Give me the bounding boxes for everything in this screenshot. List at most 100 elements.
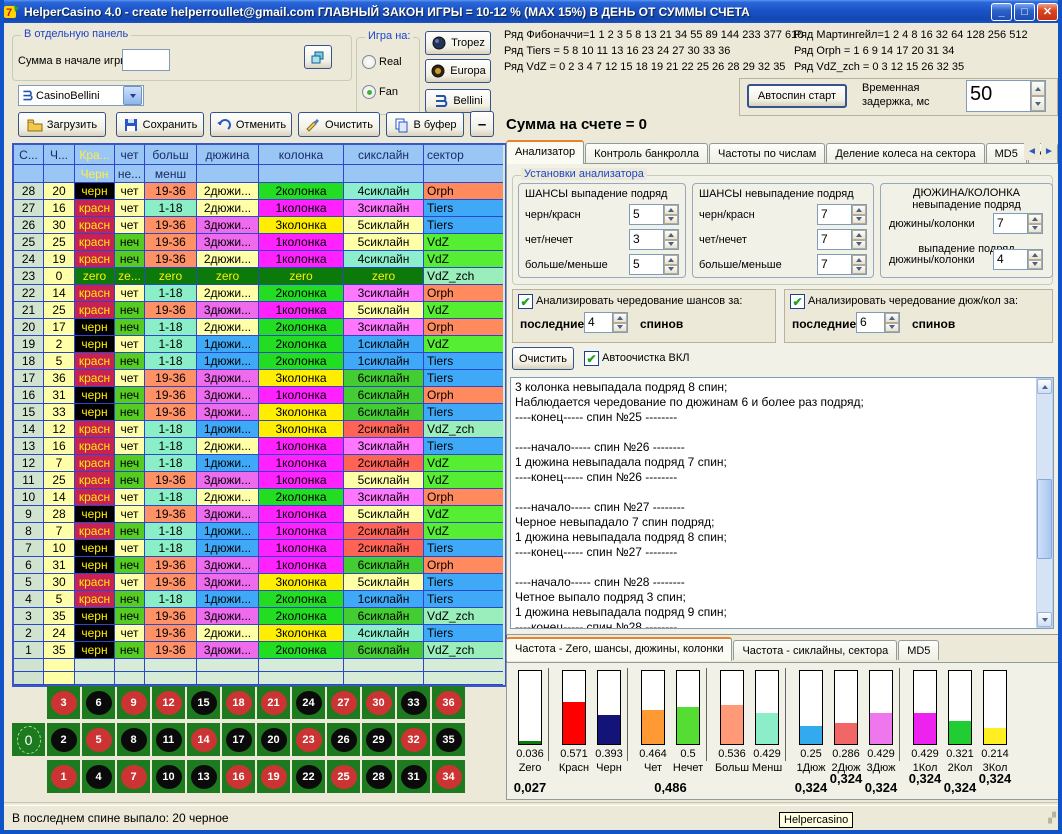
tab-freq-zero-chances[interactable]: Частота - Zero, шансы, дюжины, колонки bbox=[506, 637, 732, 661]
detach-window-button[interactable] bbox=[304, 45, 332, 69]
delay-up-button[interactable] bbox=[1031, 81, 1045, 96]
save-button[interactable]: Сохранить bbox=[116, 112, 204, 137]
spin-down-button[interactable] bbox=[664, 215, 678, 225]
dozen-appear-spinner[interactable]: 4 bbox=[993, 249, 1043, 270]
tab-md5[interactable]: MD5 bbox=[986, 143, 1027, 163]
roulette-cell[interactable]: 9 bbox=[117, 686, 150, 719]
spin-up-button[interactable] bbox=[852, 255, 866, 265]
spin-down-button[interactable] bbox=[664, 265, 678, 275]
spin-up-button[interactable] bbox=[664, 230, 678, 240]
roulette-cell[interactable]: 33 bbox=[397, 686, 430, 719]
roulette-cell[interactable]: 3 bbox=[47, 686, 80, 719]
undo-button[interactable]: Отменить bbox=[210, 112, 292, 137]
scroll-down-button[interactable] bbox=[1037, 612, 1052, 627]
tabstrip-scroll-right[interactable]: ► bbox=[1041, 142, 1057, 160]
roulette-cell[interactable]: 4 bbox=[82, 760, 115, 793]
clear-table-button[interactable]: Очистить bbox=[298, 112, 380, 137]
scroll-up-button[interactable] bbox=[1037, 379, 1052, 394]
casino-combobox[interactable]: CasinoBellini bbox=[18, 85, 144, 106]
roulette-cell[interactable]: 18 bbox=[222, 686, 255, 719]
roulette-cell[interactable]: 14 bbox=[187, 723, 220, 756]
spin-down-button[interactable] bbox=[852, 240, 866, 250]
analyzer-log[interactable]: 3 колонка невыпадала подряд 8 спин; Набл… bbox=[510, 377, 1054, 629]
spin-up-button[interactable] bbox=[852, 230, 866, 240]
roulette-cell[interactable]: 30 bbox=[362, 686, 395, 719]
appear-spinner[interactable]: 3 bbox=[629, 229, 679, 250]
alt-dozens-spinner[interactable]: 6 bbox=[856, 312, 900, 333]
roulette-cell[interactable]: 6 bbox=[82, 686, 115, 719]
roulette-cell[interactable]: 11 bbox=[152, 723, 185, 756]
load-button[interactable]: Загрузить bbox=[18, 112, 106, 137]
autospin-start-button[interactable]: Автоспин старт bbox=[747, 84, 847, 108]
absent-spinner[interactable]: 7 bbox=[817, 229, 867, 250]
roulette-cell[interactable]: 1 bbox=[47, 760, 80, 793]
spin-up-button[interactable] bbox=[664, 205, 678, 215]
roulette-cell[interactable]: 5 bbox=[82, 723, 115, 756]
minimize-button[interactable]: _ bbox=[991, 3, 1012, 21]
clear-log-button[interactable]: Очистить bbox=[512, 347, 574, 370]
spin-down-button[interactable] bbox=[852, 265, 866, 275]
europa-button[interactable]: Europa bbox=[425, 59, 491, 83]
radio-real[interactable] bbox=[362, 55, 376, 69]
scroll-thumb[interactable] bbox=[1037, 479, 1052, 559]
roulette-cell[interactable]: 16 bbox=[222, 760, 255, 793]
roulette-cell[interactable]: 21 bbox=[257, 686, 290, 719]
roulette-cell[interactable]: 13 bbox=[187, 760, 220, 793]
roulette-cell[interactable]: 17 bbox=[222, 723, 255, 756]
appear-spinner[interactable]: 5 bbox=[629, 204, 679, 225]
roulette-cell[interactable]: 7 bbox=[117, 760, 150, 793]
roulette-cell[interactable]: 24 bbox=[292, 686, 325, 719]
tab-wheel-sectors[interactable]: Деление колеса на сектора bbox=[826, 143, 984, 163]
roulette-cell[interactable]: 29 bbox=[362, 723, 395, 756]
autoclear-checkbox[interactable]: ✔ bbox=[584, 351, 599, 366]
roulette-cell[interactable]: 31 bbox=[397, 760, 430, 793]
tabstrip-scroll-left[interactable]: ◄ bbox=[1024, 142, 1040, 160]
roulette-cell[interactable]: 28 bbox=[362, 760, 395, 793]
roulette-cell[interactable]: 25 bbox=[327, 760, 360, 793]
dozen-absent-spinner[interactable]: 7 bbox=[993, 213, 1043, 234]
alt-dozens-checkbox[interactable]: ✔ bbox=[790, 294, 805, 309]
tab-freq-md5[interactable]: MD5 bbox=[898, 640, 939, 660]
spin-down-button[interactable] bbox=[852, 215, 866, 225]
roulette-cell[interactable]: 32 bbox=[397, 723, 430, 756]
maximize-button[interactable]: □ bbox=[1014, 3, 1035, 21]
absent-spinner[interactable]: 7 bbox=[817, 204, 867, 225]
roulette-cell[interactable]: 35 bbox=[432, 723, 465, 756]
to-clipboard-button[interactable]: В буфер bbox=[386, 112, 464, 137]
roulette-cell[interactable]: 20 bbox=[257, 723, 290, 756]
delay-down-button[interactable] bbox=[1031, 96, 1045, 111]
collapse-button[interactable]: – bbox=[470, 111, 494, 137]
title-bar[interactable]: 7 HelperCasino 4.0 - create helperroulle… bbox=[0, 0, 1062, 23]
roulette-zero-cell[interactable]: 0 bbox=[12, 723, 45, 756]
absent-spinner[interactable]: 7 bbox=[817, 254, 867, 275]
spin-down-button[interactable] bbox=[664, 240, 678, 250]
bellini-button[interactable]: Bellini bbox=[425, 89, 491, 113]
log-scrollbar[interactable] bbox=[1036, 378, 1053, 628]
tab-analyzer[interactable]: Анализатор bbox=[506, 140, 584, 164]
alt-chances-checkbox[interactable]: ✔ bbox=[518, 294, 533, 309]
spin-up-button[interactable] bbox=[852, 205, 866, 215]
combo-dropdown-button[interactable] bbox=[123, 86, 142, 105]
resize-grip[interactable]: ▞ bbox=[1048, 813, 1056, 824]
roulette-cell[interactable]: 27 bbox=[327, 686, 360, 719]
roulette-cell[interactable]: 26 bbox=[327, 723, 360, 756]
roulette-cell[interactable]: 12 bbox=[152, 686, 185, 719]
roulette-cell[interactable]: 34 bbox=[432, 760, 465, 793]
tab-bankroll[interactable]: Контроль банкролла bbox=[585, 143, 708, 163]
roulette-cell[interactable]: 23 bbox=[292, 723, 325, 756]
roulette-cell[interactable]: 36 bbox=[432, 686, 465, 719]
delay-spinner[interactable]: 50 bbox=[966, 80, 1046, 112]
roulette-cell[interactable]: 22 bbox=[292, 760, 325, 793]
roulette-cell[interactable]: 2 bbox=[47, 723, 80, 756]
tropez-button[interactable]: Tropez bbox=[425, 31, 491, 55]
tab-number-frequencies[interactable]: Частоты по числам bbox=[709, 143, 825, 163]
alt-chances-spinner[interactable]: 4 bbox=[584, 312, 628, 333]
start-sum-input[interactable] bbox=[122, 49, 170, 71]
roulette-cell[interactable]: 15 bbox=[187, 686, 220, 719]
radio-fan[interactable] bbox=[362, 85, 376, 99]
roulette-cell[interactable]: 8 bbox=[117, 723, 150, 756]
appear-spinner[interactable]: 5 bbox=[629, 254, 679, 275]
tab-freq-sixlines-sectors[interactable]: Частота - сиклайны, сектора bbox=[733, 640, 897, 660]
spin-up-button[interactable] bbox=[664, 255, 678, 265]
roulette-cell[interactable]: 19 bbox=[257, 760, 290, 793]
